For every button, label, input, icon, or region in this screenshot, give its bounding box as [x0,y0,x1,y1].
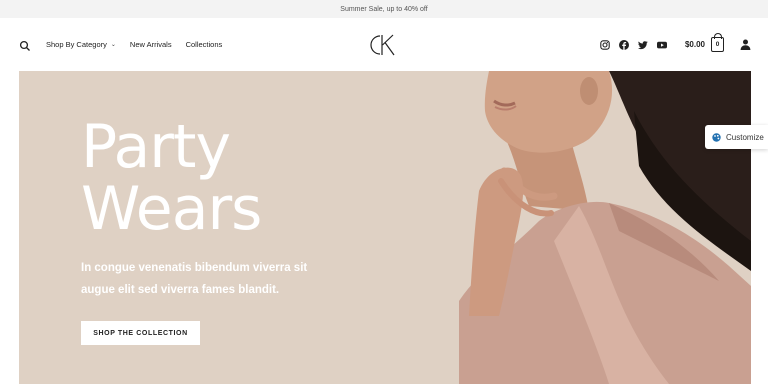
hero-description-line1: In congue venenatis bibendum viverra sit [81,262,308,274]
youtube-icon[interactable] [656,40,667,50]
cart-icon[interactable]: 0 [711,33,724,52]
hero-title-line1: Party [81,112,231,182]
announcement-text: Summer Sale, up to 40% off [340,5,428,13]
shop-the-collection-button[interactable]: SHOP THE COLLECTION [81,321,200,345]
user-account-icon[interactable] [740,39,751,50]
facebook-icon[interactable] [618,39,629,50]
cart-total[interactable]: $0.00 [685,40,705,49]
twitter-icon[interactable] [637,40,648,50]
hero-banner: Party Wears In congue venenatis bibendum… [19,71,751,384]
nav-item-label: New Arrivals [129,40,172,49]
header-actions: $0.00 0 [591,18,751,71]
primary-nav: Shop By Category ⌄ New Arrivals Collecti… [19,18,236,71]
hero-title: Party Wears [81,112,262,244]
hero-description-line2: augue elit sed viverra fames blandit. [81,284,280,296]
chevron-down-icon: ⌄ [110,42,116,48]
palette-icon [712,132,721,142]
customize-button[interactable]: Customize [705,125,768,149]
nav-item-new-arrivals[interactable]: New Arrivals [130,40,172,49]
hero-model-image [459,71,751,384]
nav-item-collections[interactable]: Collections [186,40,223,49]
search-icon[interactable] [19,39,31,51]
nav-item-label: Shop By Category [46,40,107,49]
nav-item-shop-by-category[interactable]: Shop By Category ⌄ [46,40,116,49]
nav-item-label: Collections [185,40,223,49]
announcement-bar: Summer Sale, up to 40% off [0,0,768,18]
hero-title-line2: Wears [81,174,262,244]
hero-description: In congue venenatis bibendum viverra sit… [81,257,341,301]
customize-label: Customize [726,132,764,142]
site-header: Shop By Category ⌄ New Arrivals Collecti… [0,18,768,71]
site-logo[interactable] [366,32,400,58]
cart-count-badge: 0 [715,41,720,48]
instagram-icon[interactable] [600,39,610,50]
